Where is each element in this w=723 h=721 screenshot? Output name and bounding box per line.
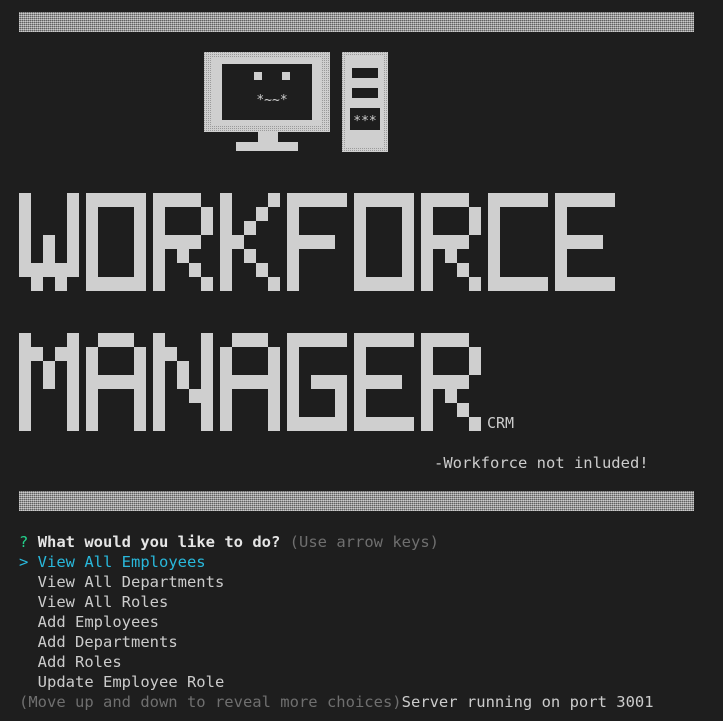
banner-letter — [19, 193, 79, 291]
choice-pointer — [19, 633, 38, 651]
banner-letter — [153, 333, 213, 431]
footer-hint: (Move up and down to reveal more choices… — [19, 693, 402, 711]
banner-letter — [86, 333, 146, 431]
choice-pointer — [19, 673, 38, 691]
banner-letter — [354, 333, 414, 431]
choice-label: Add Departments — [37, 633, 178, 651]
tower-label: *** — [353, 114, 376, 129]
choice-pointer — [19, 593, 38, 611]
tower-icon: *** — [342, 52, 388, 152]
menu-choice[interactable]: Add Roles — [19, 652, 122, 672]
prompt-hint: (Use arrow keys) — [289, 533, 439, 551]
banner-letter — [421, 193, 481, 291]
bottom-divider — [19, 491, 694, 511]
footer-line: (Move up and down to reveal more choices… — [19, 692, 654, 712]
banner-letter — [220, 333, 280, 431]
choice-pointer — [19, 653, 38, 671]
ascii-banner: *~~* *** CRM -Workforce not inluded! — [19, 52, 649, 472]
monitor-face: *~~* — [256, 93, 287, 108]
menu-choice[interactable]: > View All Employees — [19, 552, 206, 572]
choice-label: View All Roles — [37, 593, 169, 611]
choice-label: Update Employee Role — [37, 673, 225, 691]
prompt-line: ? What would you like to do? (Use arrow … — [19, 532, 439, 552]
menu-choice[interactable]: View All Departments — [19, 572, 225, 592]
monitor-icon: *~~* — [204, 52, 330, 151]
menu-choice[interactable]: Add Departments — [19, 632, 178, 652]
banner-letter — [421, 333, 481, 431]
banner-title — [19, 193, 615, 431]
choice-label: View All Employees — [37, 553, 206, 571]
menu-choice[interactable]: View All Roles — [19, 592, 169, 612]
menu-choice[interactable]: Update Employee Role — [19, 672, 225, 692]
banner-suffix: CRM — [487, 414, 514, 432]
banner-letter — [555, 193, 615, 291]
choice-label: Add Roles — [37, 653, 122, 671]
choice-label: View All Departments — [37, 573, 225, 591]
choice-pointer — [19, 573, 38, 591]
choice-label: Add Employees — [37, 613, 159, 631]
banner-letter — [287, 193, 347, 291]
choice-pointer — [19, 613, 38, 631]
prompt-question: What would you like to do? — [37, 533, 281, 551]
question-mark: ? — [19, 533, 29, 551]
banner-letter — [153, 193, 213, 291]
server-status: Server running on port 3001 — [401, 693, 654, 711]
menu-choice[interactable]: Add Employees — [19, 612, 159, 632]
banner-letter — [488, 193, 548, 291]
banner-letter — [220, 193, 280, 291]
choice-pointer: > — [19, 553, 38, 571]
banner-tagline: -Workforce not inluded! — [434, 454, 649, 472]
banner-letter — [287, 333, 347, 431]
banner-letter — [19, 333, 79, 431]
banner-letter — [354, 193, 414, 291]
banner-letter — [86, 193, 146, 291]
